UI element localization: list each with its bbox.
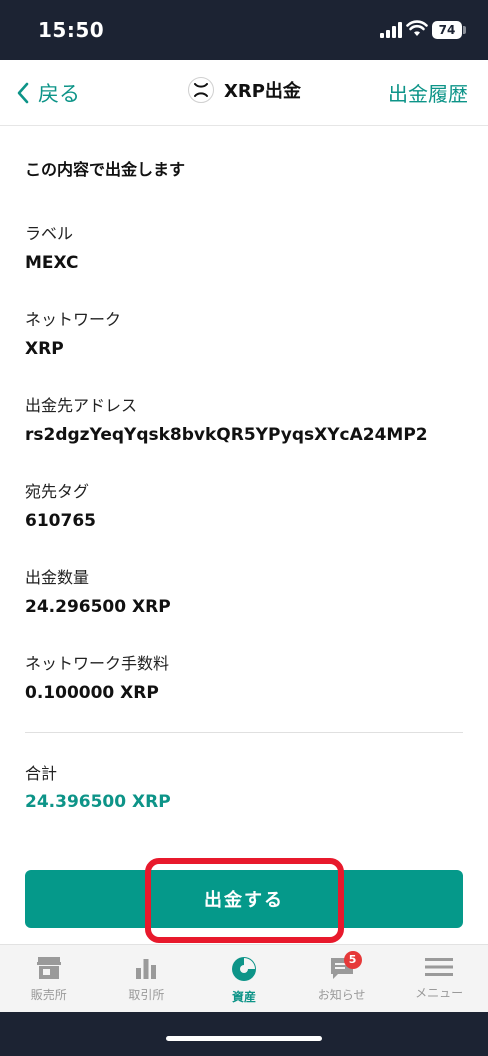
battery-icon: 74 <box>432 21 462 39</box>
fee-label: ネットワーク手数料 <box>25 654 170 673</box>
address-label: 出金先アドレス <box>25 396 138 415</box>
wifi-icon <box>406 20 428 36</box>
tab-label: 販売所 <box>30 988 67 1002</box>
back-label: 戻る <box>38 82 80 106</box>
pie-chart-icon <box>231 957 256 981</box>
amount-label: 出金数量 <box>25 568 90 587</box>
bar-chart-icon <box>136 959 157 979</box>
battery-tip <box>463 26 466 34</box>
home-bar-area <box>0 1012 488 1056</box>
chevron-left-icon <box>17 82 29 104</box>
intro-text: この内容で出金します <box>25 160 186 179</box>
tab-shop[interactable]: 販売所 <box>0 945 98 1012</box>
status-time: 15:50 <box>38 18 105 42</box>
shop-icon <box>36 957 61 979</box>
home-indicator[interactable] <box>166 1036 322 1041</box>
hamburger-icon <box>425 958 454 976</box>
tab-label: 取引所 <box>128 988 165 1002</box>
page-title-wrap: XRP出金 <box>188 77 301 103</box>
tag-value: 610765 <box>25 511 96 531</box>
label-label: ラベル <box>25 224 74 243</box>
tab-label: お知らせ <box>317 988 366 1002</box>
tab-bar: 販売所 取引所 資産 5 お知らせ メニュー <box>0 944 488 1012</box>
tab-news[interactable]: 5 お知らせ <box>293 945 391 1012</box>
total-label: 合計 <box>25 764 58 783</box>
address-value: rs2dgzYeqYqsk8bvkQR5YPyqsXYcA24MP2 <box>25 425 428 445</box>
back-button[interactable]: 戻る <box>16 78 80 108</box>
tab-exchange[interactable]: 取引所 <box>98 945 196 1012</box>
signal-icon <box>380 22 402 38</box>
page-title: XRP出金 <box>224 81 301 102</box>
tab-menu[interactable]: メニュー <box>390 945 488 1012</box>
divider <box>25 732 463 733</box>
status-bar: 15:50 74 <box>0 0 488 60</box>
tab-assets[interactable]: 資産 <box>195 945 293 1012</box>
tag-label: 宛先タグ <box>25 482 90 501</box>
xrp-logo-icon <box>188 77 214 103</box>
total-value: 24.396500 XRP <box>25 792 171 812</box>
withdraw-button[interactable]: 出金する <box>25 870 463 928</box>
label-value: MEXC <box>25 253 79 273</box>
fee-value: 0.100000 XRP <box>25 683 159 703</box>
network-label: ネットワーク <box>25 310 122 329</box>
withdrawal-history-link[interactable]: 出金履歴 <box>388 78 468 107</box>
header: 戻る XRP出金 出金履歴 <box>0 60 488 126</box>
tab-label: 資産 <box>231 990 256 1004</box>
amount-value: 24.296500 XRP <box>25 597 171 617</box>
notification-badge: 5 <box>343 951 362 969</box>
tab-label: メニュー <box>415 986 464 1000</box>
network-value: XRP <box>25 339 64 359</box>
